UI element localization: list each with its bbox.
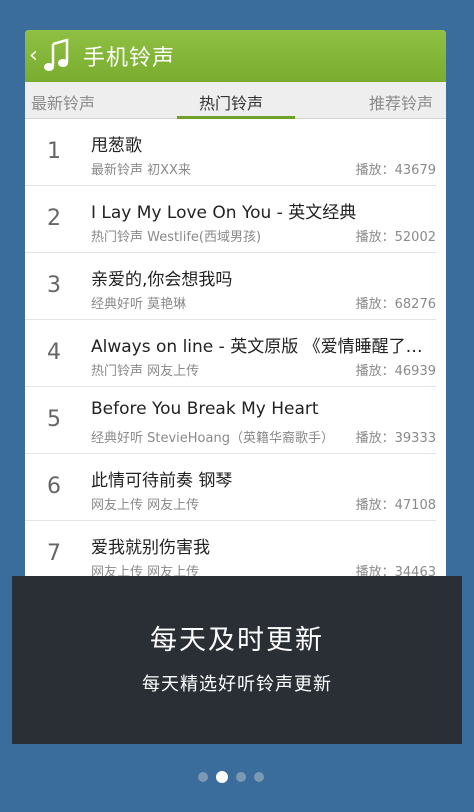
song-meta: 经典好听 莫艳琳 (91, 297, 187, 312)
title-bar: ‹ 手机铃声 (25, 30, 446, 82)
item-number: 1 (47, 139, 61, 164)
item-number: 5 (47, 407, 61, 432)
list-item[interactable]: 7 爱我就别伤害我 网友上传 网友上传 播放：34463 (25, 521, 436, 578)
ringtone-list: 1 甩葱歌 最新铃声 初XX来 播放：43679 2 I Lay My Love… (25, 119, 446, 578)
tab-bar: 最新铃声 热门铃声 推荐铃声 (25, 82, 446, 119)
song-title: Always on line - 英文原版 《爱情睡醒了… (91, 337, 423, 357)
tab-recommended[interactable]: 推荐铃声 (369, 90, 433, 114)
play-count: 播放：43679 (355, 163, 436, 178)
play-count: 播放：47108 (355, 498, 436, 513)
list-item[interactable]: 3 亲爱的,你会想我吗 经典好听 莫艳琳 播放：68276 (25, 253, 436, 320)
item-number: 4 (47, 340, 61, 365)
banner-title: 每天及时更新 (150, 625, 324, 656)
list-item[interactable]: 2 I Lay My Love On You - 英文经典 热门铃声 Westl… (25, 186, 436, 253)
feature-banner: 每天及时更新 每天精选好听铃声更新 (12, 576, 462, 744)
list-item[interactable]: 5 Before You Break My Heart 经典好听 StevieH… (25, 387, 436, 454)
page-dot[interactable] (236, 772, 246, 782)
play-count: 播放：52002 (355, 230, 436, 245)
song-title: 亲爱的,你会想我吗 (91, 270, 233, 290)
item-number: 3 (47, 273, 61, 298)
music-note-icon (44, 38, 69, 71)
item-number: 7 (47, 541, 61, 566)
banner-subtitle: 每天精选好听铃声更新 (142, 674, 332, 695)
page-indicator (198, 771, 264, 783)
play-count: 播放：39333 (355, 431, 436, 446)
song-meta: 最新铃声 初XX来 (91, 163, 191, 178)
song-meta: 经典好听 StevieHoang（英籍华裔歌手） (91, 431, 334, 446)
song-title: 此情可待前奏 钢琴 (91, 471, 233, 491)
item-number: 2 (47, 206, 61, 231)
play-count: 播放：46939 (355, 364, 436, 379)
page-dot[interactable] (198, 772, 208, 782)
app-card: ‹ 手机铃声 最新铃声 热门铃声 推荐铃声 1 甩葱歌 最新铃声 初XX来 播放… (25, 30, 446, 578)
song-meta: 热门铃声 网友上传 (91, 364, 200, 379)
song-meta: 热门铃声 Westlife(西域男孩) (91, 230, 262, 245)
song-meta: 网友上传 网友上传 (91, 498, 200, 513)
song-title: I Lay My Love On You - 英文经典 (91, 203, 357, 223)
app-title: 手机铃声 (83, 46, 176, 71)
tab-popular[interactable]: 热门铃声 (199, 90, 263, 114)
page-dot-active[interactable] (216, 771, 228, 783)
list-item[interactable]: 4 Always on line - 英文原版 《爱情睡醒了… 热门铃声 网友上… (25, 320, 436, 387)
tab-newest[interactable]: 最新铃声 (31, 90, 95, 114)
song-title: 爱我就别伤害我 (91, 538, 210, 558)
list-item[interactable]: 1 甩葱歌 最新铃声 初XX来 播放：43679 (25, 119, 436, 186)
song-title: Before You Break My Heart (91, 399, 319, 419)
song-title: 甩葱歌 (91, 136, 142, 156)
item-number: 6 (47, 474, 61, 499)
page-dot[interactable] (254, 772, 264, 782)
list-item[interactable]: 6 此情可待前奏 钢琴 网友上传 网友上传 播放：47108 (25, 454, 436, 521)
play-count: 播放：68276 (355, 297, 436, 312)
